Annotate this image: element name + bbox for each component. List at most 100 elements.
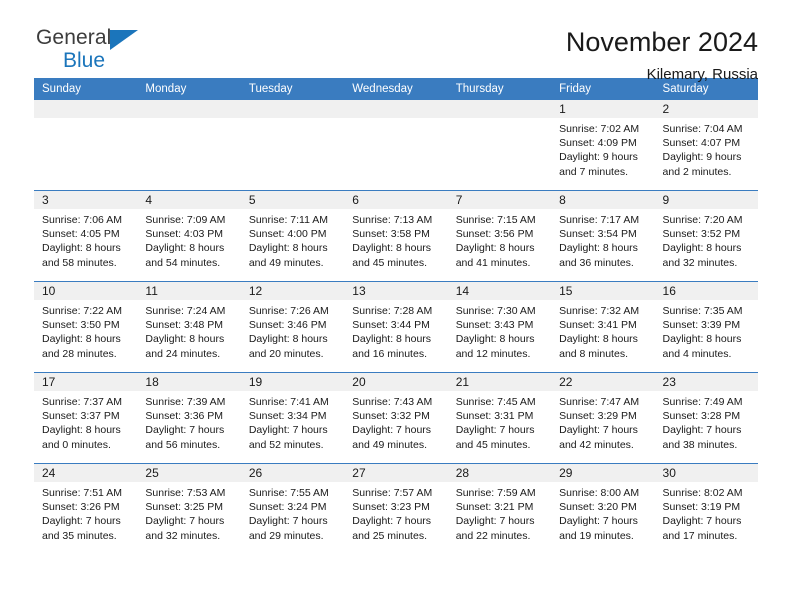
day-number-strip: 13 <box>344 282 448 300</box>
daylight-text-line1: Daylight: 7 hours <box>455 424 535 437</box>
day-cell[interactable]: 6 Sunrise: 7:13 AM Sunset: 3:58 PM Daylight… <box>344 191 448 281</box>
daylight-text-line1: Daylight: 7 hours <box>145 424 225 437</box>
day-details: Sunrise: 7:20 AM Sunset: 3:52 PM Daylight:… <box>655 209 758 270</box>
day-cell[interactable]: 8 Sunrise: 7:17 AM Sunset: 3:54 PM Daylight… <box>551 191 655 281</box>
day-cell[interactable]: 29 Sunrise: 8:00 AM Sunset: 3:20 PM Dayligh… <box>551 464 655 554</box>
daylight-text-line1: Daylight: 8 hours <box>559 333 638 346</box>
day-cell[interactable]: 21 Sunrise: 7:45 AM Sunset: 3:31 PM Dayligh… <box>447 373 552 463</box>
day-number-strip <box>447 100 552 118</box>
day-number-strip: 29 <box>551 464 655 482</box>
day-cell[interactable]: 22 Sunrise: 7:47 AM Sunset: 3:29 PM Dayligh… <box>551 373 655 463</box>
daylight-text-line2: and 29 minutes. <box>248 529 324 542</box>
daylight-text-line2: and 19 minutes. <box>559 529 634 542</box>
day-number: 20 <box>352 375 366 389</box>
daylight-text-line1: Daylight: 8 hours <box>352 333 432 346</box>
day-cell[interactable]: 17 Sunrise: 7:37 AM Sunset: 3:37 PM Dayligh… <box>34 373 138 463</box>
day-number: 1 <box>559 102 566 116</box>
day-details: Sunrise: 7:17 AM Sunset: 3:54 PM Daylight:… <box>551 209 654 270</box>
day-cell[interactable]: 23 Sunrise: 7:49 AM Sunset: 3:28 PM Dayligh… <box>654 373 758 463</box>
day-cell[interactable]: 13 Sunrise: 7:28 AM Sunset: 3:44 PM Dayligh… <box>344 282 448 372</box>
day-details: Sunrise: 7:45 AM Sunset: 3:31 PM Daylight:… <box>448 391 551 452</box>
brand-logo[interactable]: General Blue <box>34 26 176 76</box>
day-cell[interactable]: 27 Sunrise: 7:57 AM Sunset: 3:23 PM Dayligh… <box>344 464 448 554</box>
day-cell[interactable]: 4 Sunrise: 7:09 AM Sunset: 4:03 PM Daylight… <box>137 191 241 281</box>
week-row: 24 Sunrise: 7:51 AM Sunset: 3:26 PM Dayligh… <box>34 463 758 554</box>
sunset-text: Sunset: 3:54 PM <box>559 228 637 241</box>
day-cell[interactable]: 26 Sunrise: 7:55 AM Sunset: 3:24 PM Dayligh… <box>240 464 345 554</box>
daylight-text-line2: and 35 minutes. <box>42 529 117 542</box>
sunset-text: Sunset: 3:32 PM <box>352 410 430 423</box>
sunset-text: Sunset: 3:56 PM <box>455 228 534 241</box>
daylight-text-line2: and 7 minutes. <box>559 165 628 178</box>
day-number: 24 <box>42 466 56 480</box>
day-cell-empty <box>344 100 448 190</box>
sunrise-text: Sunrise: 7:26 AM <box>248 305 329 317</box>
day-cell[interactable]: 9 Sunrise: 7:20 AM Sunset: 3:52 PM Daylight… <box>654 191 758 281</box>
day-number-strip: 30 <box>654 464 758 482</box>
day-number: 23 <box>662 375 676 389</box>
day-number: 12 <box>248 284 263 298</box>
day-cell[interactable]: 15 Sunrise: 7:32 AM Sunset: 3:41 PM Dayligh… <box>551 282 655 372</box>
daylight-text-line1: Daylight: 8 hours <box>42 333 121 346</box>
day-cell[interactable]: 16 Sunrise: 7:35 AM Sunset: 3:39 PM Dayligh… <box>654 282 758 372</box>
daylight-text-line2: and 0 minutes. <box>42 438 111 451</box>
sunrise-text: Sunrise: 7:20 AM <box>662 214 743 226</box>
day-details: Sunrise: 7:47 AM Sunset: 3:29 PM Daylight:… <box>551 391 654 452</box>
daylight-text-line1: Daylight: 9 hours <box>559 151 638 164</box>
daylight-text-line1: Daylight: 7 hours <box>662 515 742 528</box>
sunset-text: Sunset: 4:07 PM <box>662 137 741 150</box>
day-number: 3 <box>42 193 49 207</box>
sunrise-text: Sunrise: 7:53 AM <box>145 487 226 499</box>
day-cell[interactable]: 30 Sunrise: 8:02 AM Sunset: 3:19 PM Dayligh… <box>654 464 758 554</box>
daylight-text-line2: and 36 minutes. <box>559 256 634 269</box>
day-cell[interactable]: 12 Sunrise: 7:26 AM Sunset: 3:46 PM Dayligh… <box>240 282 345 372</box>
brand-name-general: General <box>36 26 112 49</box>
day-number-strip: 7 <box>447 191 552 209</box>
day-cell[interactable]: 11 Sunrise: 7:24 AM Sunset: 3:48 PM Dayligh… <box>137 282 241 372</box>
day-number-strip: 19 <box>240 373 345 391</box>
day-number-strip: 5 <box>240 191 345 209</box>
weekday-header-saturday: Saturday <box>662 83 709 95</box>
day-cell[interactable]: 3 Sunrise: 7:06 AM Sunset: 4:05 PM Daylight… <box>34 191 138 281</box>
day-cell[interactable]: 14 Sunrise: 7:30 AM Sunset: 3:43 PM Dayligh… <box>447 282 552 372</box>
sunrise-text: Sunrise: 8:02 AM <box>662 487 743 499</box>
day-number-strip: 23 <box>654 373 758 391</box>
day-details: Sunrise: 7:06 AM Sunset: 4:05 PM Daylight:… <box>34 209 137 270</box>
day-details: Sunrise: 7:28 AM Sunset: 3:44 PM Daylight:… <box>344 300 447 361</box>
day-number: 26 <box>248 466 263 480</box>
daylight-text-line1: Daylight: 7 hours <box>455 515 535 528</box>
day-number: 28 <box>455 466 470 480</box>
day-number: 19 <box>248 375 263 389</box>
weeks-container: 1 Sunrise: 7:02 AM Sunset: 4:09 PM Daylight… <box>34 100 758 554</box>
day-number: 5 <box>248 193 256 207</box>
daylight-text-line1: Daylight: 8 hours <box>559 242 638 255</box>
weekday-header-friday: Friday <box>559 83 592 95</box>
day-cell[interactable]: 18 Sunrise: 7:39 AM Sunset: 3:36 PM Dayligh… <box>137 373 241 463</box>
day-number: 2 <box>662 102 670 116</box>
week-row: 17 Sunrise: 7:37 AM Sunset: 3:37 PM Dayligh… <box>34 372 758 463</box>
day-cell[interactable]: 20 Sunrise: 7:43 AM Sunset: 3:32 PM Dayligh… <box>344 373 448 463</box>
sunrise-text: Sunrise: 7:39 AM <box>145 396 226 408</box>
day-cell-empty <box>34 100 138 190</box>
day-cell[interactable]: 5 Sunrise: 7:11 AM Sunset: 4:00 PM Daylight… <box>240 191 345 281</box>
day-details: Sunrise: 7:02 AM Sunset: 4:09 PM Daylight:… <box>551 118 654 179</box>
day-details: Sunrise: 8:02 AM Sunset: 3:19 PM Daylight:… <box>655 482 758 543</box>
sunset-text: Sunset: 3:44 PM <box>352 319 430 332</box>
daylight-text-line1: Daylight: 8 hours <box>455 333 535 346</box>
daylight-text-line2: and 58 minutes. <box>42 256 117 269</box>
day-cell[interactable]: 24 Sunrise: 7:51 AM Sunset: 3:26 PM Dayligh… <box>34 464 138 554</box>
day-cell[interactable]: 28 Sunrise: 7:59 AM Sunset: 3:21 PM Dayligh… <box>447 464 552 554</box>
day-cell[interactable]: 10 Sunrise: 7:22 AM Sunset: 3:50 PM Dayligh… <box>34 282 138 372</box>
day-number-strip: 10 <box>34 282 138 300</box>
day-cell[interactable]: 1 Sunrise: 7:02 AM Sunset: 4:09 PM Daylight… <box>551 100 655 190</box>
sunrise-text: Sunrise: 7:24 AM <box>145 305 226 317</box>
day-number-strip <box>240 100 345 118</box>
daylight-text-line2: and 2 minutes. <box>662 165 732 178</box>
day-cell[interactable]: 2 Sunrise: 7:04 AM Sunset: 4:07 PM Daylight… <box>654 100 758 190</box>
day-cell[interactable]: 19 Sunrise: 7:41 AM Sunset: 3:34 PM Dayligh… <box>240 373 345 463</box>
day-number-strip: 22 <box>551 373 655 391</box>
sunrise-text: Sunrise: 7:04 AM <box>662 123 743 135</box>
day-cell[interactable]: 7 Sunrise: 7:15 AM Sunset: 3:56 PM Daylight… <box>447 191 552 281</box>
sunrise-text: Sunrise: 7:15 AM <box>455 214 536 226</box>
day-cell[interactable]: 25 Sunrise: 7:53 AM Sunset: 3:25 PM Dayligh… <box>137 464 241 554</box>
